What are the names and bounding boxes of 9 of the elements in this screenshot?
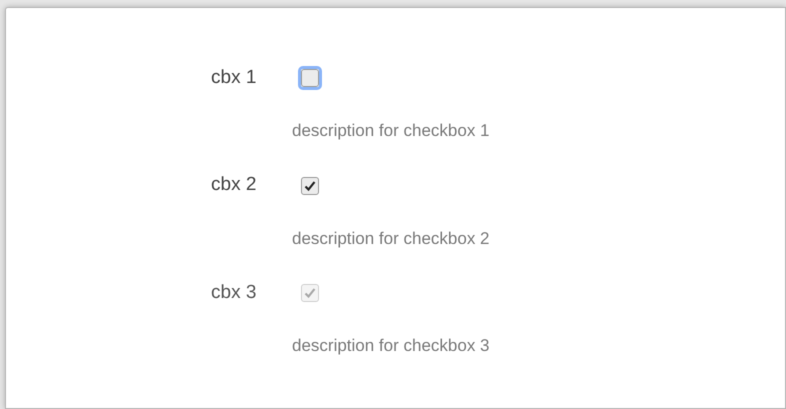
checkbox-label: cbx 1 (211, 66, 258, 90)
checkbox[interactable] (301, 176, 319, 194)
checkbox-description: description for checkbox 2 (292, 228, 490, 250)
checkbox-description: description for checkbox 3 (292, 335, 490, 357)
check-icon (304, 180, 316, 192)
checkbox-label: cbx 3 (211, 280, 258, 305)
checkbox-label: cbx 2 (211, 173, 258, 198)
check-icon (304, 287, 316, 299)
checkbox-description: description for checkbox 1 (292, 120, 490, 142)
